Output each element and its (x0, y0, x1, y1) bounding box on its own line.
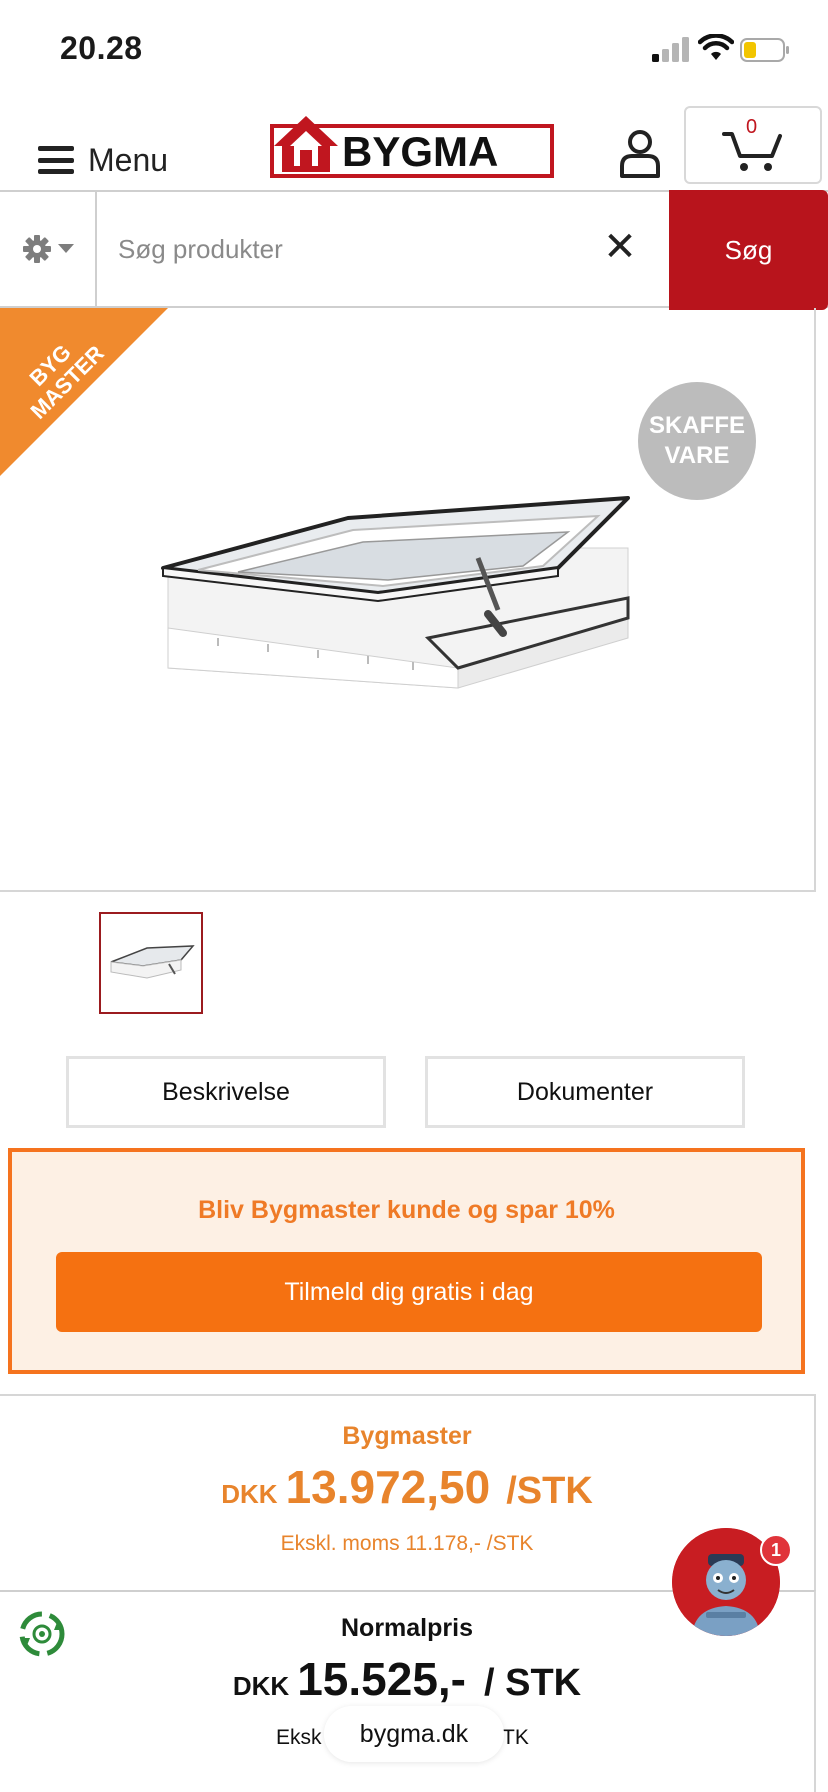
svg-text:BYGMA: BYGMA (342, 128, 498, 175)
normal-price-currency: DKK (232, 1671, 290, 1701)
user-icon[interactable] (618, 128, 662, 178)
normal-price-amount: 15.525,- (297, 1653, 466, 1705)
promo-text: Bliv Bygmaster kunde og spar 10% (198, 1196, 615, 1224)
normal-price-ex-vat-suffix: TK (502, 1726, 529, 1749)
thumbnail-image (110, 945, 195, 979)
bygmaster-price-unit: /STK (506, 1470, 593, 1512)
bygmaster-promo: Bliv Bygmaster kunde og spar 10% Tilmeld… (8, 1148, 805, 1374)
bygmaster-price-currency: DKK (221, 1479, 278, 1509)
battery-icon (740, 38, 789, 62)
bygmaster-ribbon: BYG MASTER (0, 308, 168, 476)
normal-price: DKK 15.525,- / STK (0, 1652, 814, 1706)
gear-icon (22, 235, 51, 263)
bygmaster-price: DKK 13.972,50/STK (0, 1460, 814, 1514)
chevron-down-icon (57, 244, 74, 253)
stock-badge-line1: SKAFFE (649, 412, 745, 439)
chat-notification-badge: 1 (760, 1534, 792, 1566)
signal-icon (652, 37, 689, 62)
browser-url-bar[interactable]: bygma.dk (324, 1706, 504, 1762)
cart-count-badge: 0 (746, 116, 758, 138)
status-time: 20.28 (60, 30, 143, 66)
close-icon[interactable]: ✕ (600, 222, 640, 272)
site-header: Menu BYGMA 0 (0, 96, 828, 192)
product-image[interactable] (158, 488, 638, 728)
stock-badge: SKAFFE VARE (638, 382, 756, 500)
status-bar: 20.28 (0, 0, 828, 96)
tab-dokumenter[interactable]: Dokumenter (425, 1056, 745, 1128)
bygmaster-price-label: Bygmaster (342, 1422, 472, 1450)
signup-button[interactable]: Tilmeld dig gratis i dag (56, 1252, 762, 1332)
normal-price-unit: / STK (484, 1662, 582, 1704)
menu-button[interactable]: Menu (38, 140, 168, 180)
bygmaster-price-amount: 13.972,50 (285, 1461, 491, 1513)
search-input[interactable] (100, 194, 580, 304)
search-settings-button[interactable] (0, 192, 97, 306)
product-thumbnail[interactable] (99, 912, 203, 1014)
product-image-area: BYG MASTER SKAFFE VARE (0, 308, 816, 892)
search-button[interactable]: Søg (669, 190, 828, 310)
hamburger-icon (38, 146, 74, 174)
search-bar: ✕ Søg (0, 190, 828, 310)
wifi-icon (698, 34, 734, 60)
stock-badge-line2: VARE (664, 442, 730, 469)
menu-label: Menu (88, 141, 169, 178)
bygma-logo[interactable]: BYGMA (270, 112, 554, 178)
normal-price-ex-vat-prefix: Eksk (276, 1726, 322, 1749)
cart-button[interactable]: 0 (684, 106, 822, 184)
tab-beskrivelse[interactable]: Beskrivelse (66, 1056, 386, 1128)
